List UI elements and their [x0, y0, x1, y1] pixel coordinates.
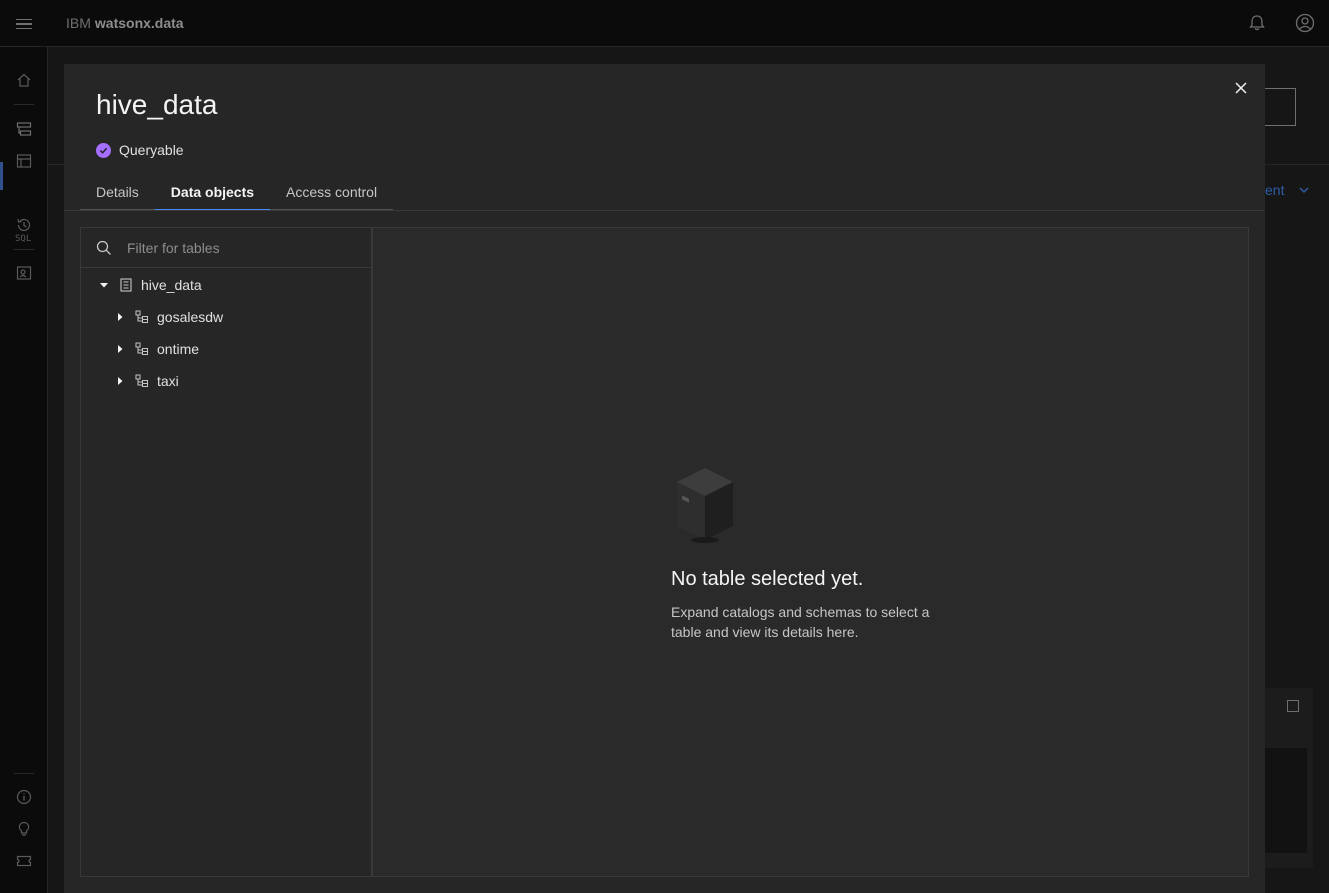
table-details-panel: No table selected yet. Expand catalogs a… [372, 227, 1249, 877]
nav-divider [14, 773, 34, 774]
tree-node-label: hive_data [141, 277, 202, 293]
caret-down-icon[interactable] [99, 280, 109, 290]
caret-right-icon[interactable] [115, 376, 125, 386]
data-manager-icon[interactable] [16, 153, 32, 169]
tree-node-schema[interactable]: gosalesdw [115, 301, 223, 333]
tab-data-objects[interactable]: Data objects [154, 175, 271, 211]
tree-node-label: ontime [157, 341, 200, 357]
expand-icon [1287, 700, 1299, 712]
status-badge: Queryable [96, 141, 184, 159]
background-card-inner [1265, 748, 1307, 853]
close-icon[interactable] [1229, 76, 1253, 100]
brand-prefix: IBM [66, 15, 91, 31]
info-icon[interactable] [16, 789, 32, 805]
brand-name: watsonx.data [94, 15, 184, 31]
lightbulb-icon[interactable] [16, 821, 32, 837]
app-brand[interactable]: IBM watsonx.data [66, 15, 184, 31]
tree-node-label: gosalesdw [157, 309, 224, 325]
history-icon[interactable] [16, 217, 32, 233]
sql-nav-item[interactable]: SQL [15, 234, 31, 244]
ticket-icon[interactable] [16, 853, 32, 869]
tree-node-schema[interactable]: ontime [115, 333, 199, 365]
tabs-divider [64, 210, 1265, 211]
tree-node-catalog[interactable]: hive_data [99, 269, 202, 301]
user-avatar-icon[interactable] [1295, 13, 1315, 33]
caret-right-icon[interactable] [115, 312, 125, 322]
home-icon[interactable] [16, 72, 32, 88]
table-filter [81, 228, 371, 268]
search-input[interactable] [127, 238, 357, 258]
tab-access-control[interactable]: Access control [270, 175, 394, 211]
schema-icon [135, 310, 148, 323]
nav-divider [14, 104, 34, 105]
schema-icon [135, 342, 148, 355]
catalog-details-modal: hive_data Queryable Details Data objects… [64, 64, 1265, 893]
hamburger-menu-icon[interactable] [12, 12, 36, 36]
side-navigation: SQL [0, 47, 48, 893]
infrastructure-icon[interactable] [16, 121, 32, 137]
access-control-icon[interactable] [16, 265, 32, 281]
schema-icon [135, 374, 148, 387]
empty-state-title: No table selected yet. [671, 568, 864, 590]
data-objects-tree-panel: hive_data gosalesdw [80, 227, 372, 877]
nav-active-indicator [0, 162, 3, 190]
empty-state-description: Expand catalogs and schemas to select a … [671, 604, 930, 640]
notification-bell-icon[interactable] [1247, 13, 1267, 33]
tab-details[interactable]: Details [80, 175, 155, 211]
search-icon [96, 240, 111, 255]
modal-tabs: Details Data objects Access control [80, 175, 394, 211]
top-header: IBM watsonx.data [0, 0, 1329, 47]
nav-divider [14, 249, 34, 250]
empty-box-icon [677, 468, 733, 543]
tree-node-label: taxi [157, 373, 179, 389]
status-label: Queryable [119, 142, 184, 158]
caret-right-icon[interactable] [115, 344, 125, 354]
catalog-icon [120, 278, 132, 292]
background-tab-label: ent [1265, 182, 1285, 198]
chevron-down-icon [1299, 187, 1309, 193]
tree-node-schema[interactable]: taxi [115, 365, 179, 397]
modal-title: hive_data [96, 89, 218, 120]
checkmark-icon [96, 142, 111, 158]
